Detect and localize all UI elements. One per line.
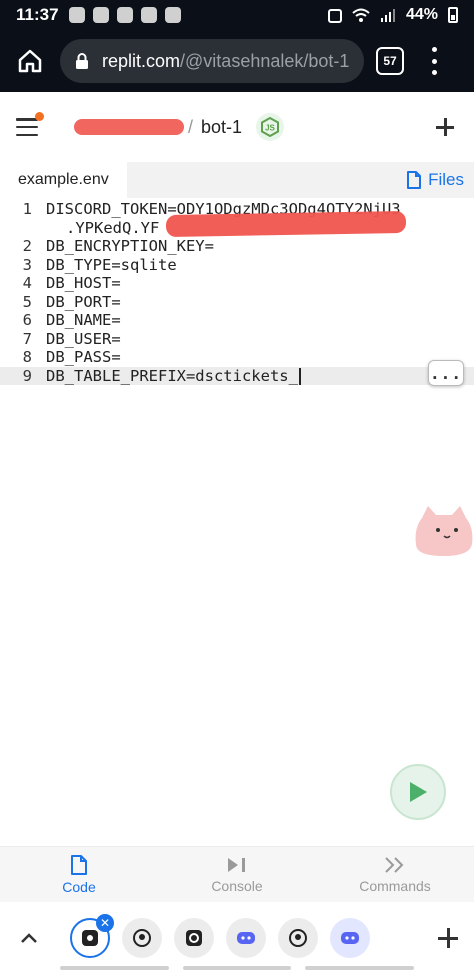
shazam-icon [164, 7, 181, 23]
github-icon [133, 929, 151, 947]
line-text: DB_HOST= [46, 274, 121, 293]
file-icon [407, 171, 422, 189]
url-bar[interactable]: replit.com/@vitasehnalek/bot-1 [60, 39, 364, 83]
url-domain: replit.com [102, 50, 181, 71]
discord-icon [237, 932, 255, 944]
cat-sticker-icon [415, 506, 473, 556]
github-icon [289, 929, 307, 947]
tab-code[interactable]: Code [0, 847, 158, 902]
editor-line: 3 DB_TYPE=sqlite [0, 256, 474, 275]
line-text: DB_ENCRYPTION_KEY= [46, 237, 214, 256]
editor-line: 2 DB_ENCRYPTION_KEY= [0, 237, 474, 256]
line-number: 7 [22, 329, 32, 348]
taskbar-app-discord[interactable] [226, 918, 266, 958]
line-text: DB_TABLE_PREFIX=dsctickets_ [40, 367, 301, 385]
line-text: DB_USER= [46, 329, 121, 348]
battery-icon [448, 7, 458, 23]
signal-icon [380, 9, 395, 22]
files-button[interactable]: Files [406, 170, 464, 190]
console-icon [228, 857, 245, 872]
editor-line: 7 DB_USER= [0, 330, 474, 349]
browser-toolbar: replit.com/@vitasehnalek/bot-1 57 [0, 30, 474, 92]
redacted-owner-name [74, 119, 184, 135]
editor-line-active: 9 DB_TABLE_PREFIX=dsctickets_ [0, 366, 474, 385]
line-text-content: DB_TABLE_PREFIX=dsctickets_ [46, 366, 298, 385]
tab-code-label: Code [62, 878, 96, 895]
bottom-nav: Code Console Commands [0, 846, 474, 902]
redacted-token [165, 210, 407, 238]
home-icon [18, 49, 42, 73]
line-text: DB_NAME= [46, 311, 121, 330]
line-number: 6 [22, 311, 32, 330]
taskbar-app-active[interactable]: ✕ [70, 914, 114, 958]
code-editor[interactable]: 1 DISCORD_TOKEN=ODY1ODgzMDc3ODg4OTY2NjU3… [0, 198, 474, 846]
tab-commands[interactable]: Commands [316, 847, 474, 902]
file-icon [71, 854, 87, 875]
editor-line: 5 DB_PORT= [0, 293, 474, 312]
editor-line: 6 DB_NAME= [0, 311, 474, 330]
file-tab-bar: example.env Files [0, 162, 474, 198]
close-icon[interactable]: ✕ [96, 914, 114, 932]
app-taskbar: ✕ [0, 902, 474, 974]
tab-switcher-button[interactable]: 57 [376, 47, 404, 75]
nodejs-icon: JS [256, 113, 285, 141]
url-path: /@vitasehnalek/bot-1 [180, 50, 350, 71]
text-cursor [298, 367, 301, 385]
browser-menu-button[interactable] [422, 47, 446, 75]
tab-console[interactable]: Console [158, 847, 316, 902]
line-text: DB_TYPE=sqlite [46, 255, 177, 274]
files-label: Files [428, 170, 464, 189]
add-button[interactable] [432, 114, 458, 140]
line-number: 8 [22, 348, 32, 367]
lock-icon [76, 53, 88, 69]
line-number: 4 [22, 274, 32, 293]
line-number: 1 [22, 200, 32, 219]
notification-icons [68, 7, 181, 23]
tab-example-env[interactable]: example.env [0, 162, 127, 198]
app-icon [186, 930, 202, 946]
editor-more-button[interactable]: ... [428, 360, 464, 386]
status-bar: 11:37 44% [0, 0, 474, 30]
play-icon [410, 782, 427, 802]
gesture-bar [60, 966, 415, 970]
line-number: 3 [22, 255, 32, 274]
taskbar-app-github[interactable] [122, 918, 162, 958]
tab-commands-label: Commands [359, 877, 431, 894]
run-button[interactable] [390, 764, 446, 820]
editor-line: 8 DB_PASS= [0, 348, 474, 367]
replit-header: / bot-1 JS [0, 92, 474, 162]
line-number: 9 [22, 366, 32, 385]
home-button[interactable] [10, 41, 50, 81]
taskbar-app-discord[interactable] [330, 918, 370, 958]
taskbar-app[interactable] [174, 918, 214, 958]
svg-text:JS: JS [265, 124, 275, 133]
discord-icon [116, 7, 133, 23]
notification-dot [35, 112, 44, 121]
line-number: 2 [22, 237, 32, 256]
breadcrumb-separator: / [188, 116, 194, 137]
taskbar-app-github[interactable] [278, 918, 318, 958]
add-icon[interactable] [436, 926, 460, 950]
wifi-icon [352, 8, 370, 22]
line-text: DB_PASS= [46, 348, 121, 367]
app-icon [82, 930, 98, 946]
alarm-icon [327, 9, 342, 23]
discord-icon [341, 932, 359, 944]
hamburger-menu-button[interactable] [16, 112, 44, 136]
discord-icon [92, 7, 109, 23]
commands-icon [385, 856, 404, 873]
battery-percent: 44% [405, 6, 438, 23]
line-text: .YPKedQ.YF [66, 218, 160, 237]
line-text: DB_PORT= [46, 292, 121, 311]
repl-name[interactable]: bot-1 [201, 117, 242, 138]
line-number: 5 [22, 292, 32, 311]
editor-line: 4 DB_HOST= [0, 274, 474, 293]
gallery-icon [140, 7, 157, 23]
reddit-icon [68, 7, 85, 23]
chevron-up-icon[interactable] [14, 923, 44, 953]
status-time: 11:37 [16, 5, 59, 24]
tab-console-label: Console [211, 877, 263, 894]
